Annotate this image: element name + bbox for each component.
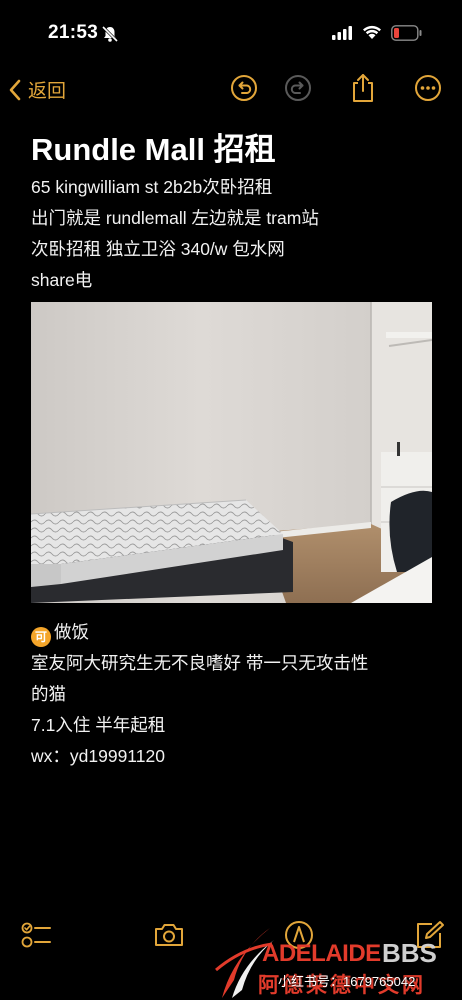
wifi-icon <box>363 25 381 39</box>
back-label: 返回 <box>28 81 67 102</box>
note-intro[interactable]: 65 kingwilliam st 2b2b次卧招租 出门就是 rundlema… <box>31 172 441 296</box>
camera-icon[interactable] <box>152 918 186 952</box>
watermark-brand: ADELAIDE <box>262 940 381 967</box>
note-line: wx：yd19991120 <box>31 746 165 766</box>
back-button[interactable]: 返回 <box>8 76 66 103</box>
note-line: 可做饭 <box>31 617 441 648</box>
note-line: 的猫 <box>31 684 66 704</box>
status-bar: 21:53 <box>0 0 462 70</box>
note-line: share电 <box>31 270 93 290</box>
watermark-handle: 小红书号：1679765042 <box>278 974 416 989</box>
note-line: 室友阿大研究生无不良嗜好 带一只无攻击性 <box>31 653 369 673</box>
note-details[interactable]: 可做饭 室友阿大研究生无不良嗜好 带一只无攻击性 的猫 7.1入住 半年起租 w… <box>31 617 441 772</box>
cook-badge-icon: 可 <box>31 627 51 647</box>
watermark-brand-suffix: BBS <box>382 938 437 968</box>
status-time: 21:53 <box>48 22 99 43</box>
cellular-signal-icon <box>332 26 352 40</box>
more-icon[interactable] <box>414 74 442 102</box>
note-title[interactable]: Rundle Mall 招租 <box>31 124 276 169</box>
nav-bar: 返回 <box>0 70 462 110</box>
battery-low-icon <box>391 25 422 41</box>
note-line: 出门就是 rundlemall 左边就是 tram站 <box>31 208 319 228</box>
share-icon[interactable] <box>350 72 376 104</box>
checklist-icon[interactable] <box>20 918 54 952</box>
note-line: 7.1入住 半年起租 <box>31 715 166 735</box>
undo-icon[interactable] <box>230 74 258 102</box>
watermark: ADELAIDE BBS 阿德莱德中文网 小红书号：1679765042 <box>212 910 462 1000</box>
bell-slash-icon <box>101 25 119 43</box>
bedroom-photo[interactable] <box>31 302 432 603</box>
note-line-text: 做饭 <box>54 622 89 642</box>
chevron-left-icon <box>9 79 21 100</box>
note-line: 次卧招租 独立卫浴 340/w 包水网 <box>31 239 285 259</box>
note-line: 65 kingwilliam st 2b2b次卧招租 <box>31 177 273 197</box>
redo-icon[interactable] <box>284 74 312 102</box>
